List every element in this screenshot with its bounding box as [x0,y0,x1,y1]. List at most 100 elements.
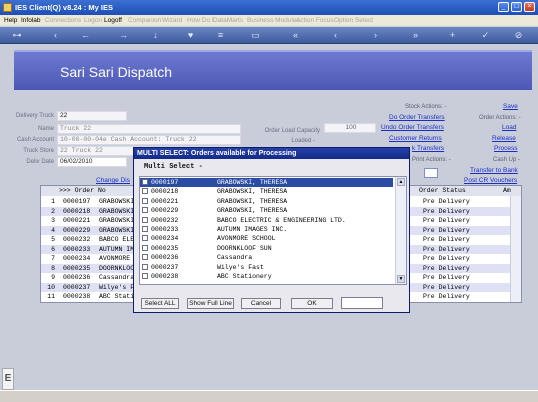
process-link[interactable]: Process [494,145,517,152]
checkbox[interactable] [142,235,148,242]
item-code: 0000236 [151,254,179,262]
key-icon[interactable]: ⊶ [6,30,28,41]
forward-icon[interactable]: » [410,30,421,41]
list-item[interactable]: 0000238 ABC Stationery [140,272,393,281]
item-name: BABCO ELECTRIC & ENGINEERING LTD. [217,216,346,224]
menu-infolab[interactable]: Infolab [21,17,41,24]
menu-logoff[interactable]: Logoff [104,17,122,24]
list-item[interactable]: 0000236 Cassandra [140,253,393,262]
checkbox[interactable] [142,263,148,270]
checkbox[interactable] [142,244,148,251]
right-icon[interactable]: → [118,30,129,41]
print-icon[interactable]: ▭ [250,30,261,41]
list-icon[interactable]: ≡ [215,30,226,41]
list-item[interactable]: 0000234 AVONMORE SCHOOL [140,234,393,243]
menu-action-focus[interactable]: Action Focus [296,17,334,24]
close-button[interactable]: × [524,2,535,12]
menu-logon[interactable]: Logon [84,17,102,24]
date-field[interactable]: 06/02/2010 [57,157,127,167]
checkbox[interactable] [142,226,148,232]
col-am[interactable]: Am [503,187,511,194]
menu-business-modules[interactable]: Business Modules [247,17,300,24]
undo-order-transfers-link[interactable]: Undo Order Transfers [381,124,444,131]
cancel-button[interactable]: Cancel [241,298,281,309]
cancel-icon[interactable]: ⊘ [513,30,524,41]
checkbox[interactable] [142,188,148,195]
list-item[interactable]: 0000232 BABCO ELECTRIC & ENGINEERING LTD. [140,216,393,225]
load-link[interactable]: Load [502,124,516,131]
capacity-field[interactable]: 100 [324,123,376,133]
list-item[interactable]: 0000237 Wilye's Fast [140,263,393,272]
row-order-no: 0000197 [63,198,91,205]
scroll-up-icon[interactable]: ▲ [397,178,405,186]
checkbox[interactable] [142,254,148,261]
do-order-transfers-link[interactable]: Do Order Transfers [389,114,445,121]
prev-icon[interactable]: ‹ [330,30,341,41]
truck-store-label: Truck Store [23,148,54,154]
back-icon[interactable]: ‹ [50,30,61,41]
heart-icon[interactable]: ♥ [185,30,196,41]
left-icon[interactable]: ← [80,30,91,41]
checkbox[interactable] [142,273,148,279]
list-item[interactable]: 0000235 DOORNKLOOF SUN [140,244,393,253]
checkbox[interactable] [142,197,148,204]
menu-companion[interactable]: Companion [128,17,161,24]
status-tab[interactable]: E [2,368,14,390]
down-icon[interactable]: ↓ [150,30,161,41]
list-item[interactable]: 0000233 AUTUMN IMAGES INC. [140,225,393,234]
order-actions-label: Order Actions: - [479,115,521,121]
taskbar [0,390,538,402]
checkbox[interactable] [142,179,148,185]
row-order-no: 0000236 [63,274,91,281]
customer-returns-link[interactable]: Customer Returns [389,135,442,142]
row-number: 6 [51,245,55,253]
transfer-to-bank-link[interactable]: Transfer to Bank [470,167,518,174]
list-item[interactable]: 0000218 GRABOWSKI, THERESA [140,187,393,196]
rewind-icon[interactable]: « [290,30,301,41]
menu-wizard[interactable]: Wizard [162,17,182,24]
row-order-no: 0000221 [63,217,91,224]
dialog-scrollbar[interactable]: ▲ ▼ [395,177,406,284]
item-code: 0000221 [151,197,179,205]
show-full-line-button[interactable]: Show Full Line [187,298,234,309]
item-code: 0000235 [151,244,179,252]
post-cr-vouchers-link[interactable]: Post CR Vouchers [464,177,517,184]
list-item[interactable]: 0000197 GRABOWSKI, THERESA [140,178,393,188]
select-all-button[interactable]: Select ALL [141,298,179,309]
item-name: GRABOWSKI, THERESA [217,207,288,215]
grid-scrollbar[interactable] [510,196,521,302]
menu-option-select[interactable]: Option Select [334,17,373,24]
check-icon[interactable]: ✓ [480,30,491,41]
checkbox[interactable] [142,216,148,223]
save-link[interactable]: Save [503,103,518,110]
list-item[interactable]: 0000221 GRABOWSKI, THERESA [140,197,393,206]
scroll-down-icon[interactable]: ▼ [397,275,405,283]
ok-button[interactable]: OK [291,298,333,309]
app-icon [3,3,12,12]
card-icon[interactable] [424,168,438,178]
checkbox[interactable] [142,207,148,214]
release-link[interactable]: Release [492,135,516,142]
name-field[interactable]: Truck 22 [57,124,241,134]
minimize-button[interactable]: _ [498,2,509,12]
dialog-input[interactable] [341,297,383,309]
toolbar: ⊶ ‹ ← → ↓ ♥ ≡ ▭ « ‹ › » + ✓ ⊘ [0,27,538,44]
row-status: Pre Delivery [423,274,470,281]
row-status: Pre Delivery [423,207,470,215]
col-order-no[interactable]: >>> Order No [59,187,106,194]
transfers-link[interactable]: k Transfers [412,145,444,152]
change-link[interactable]: Change Dis [96,177,130,184]
cash-account-field[interactable]: 10-00-00-04e Cash Account: Truck 22 [57,135,241,145]
delivery-truck-field[interactable]: 22 [57,111,127,121]
dialog-subtitle: Multi Select - [144,163,203,171]
next-icon[interactable]: › [370,30,381,41]
col-order-status[interactable]: Order Status [419,187,466,194]
maximize-button[interactable]: □ [511,2,522,12]
menu-datamarts[interactable]: DataMarts [213,17,243,24]
menu-how-do-i[interactable]: How Do I [187,17,214,24]
row-order-no: 0000234 [63,255,91,262]
list-item[interactable]: 0000229 GRABOWSKI, THERESA [140,206,393,215]
plus-icon[interactable]: + [447,30,458,41]
menu-connections[interactable]: Connections [45,17,81,24]
menu-help[interactable]: Help [4,17,17,24]
